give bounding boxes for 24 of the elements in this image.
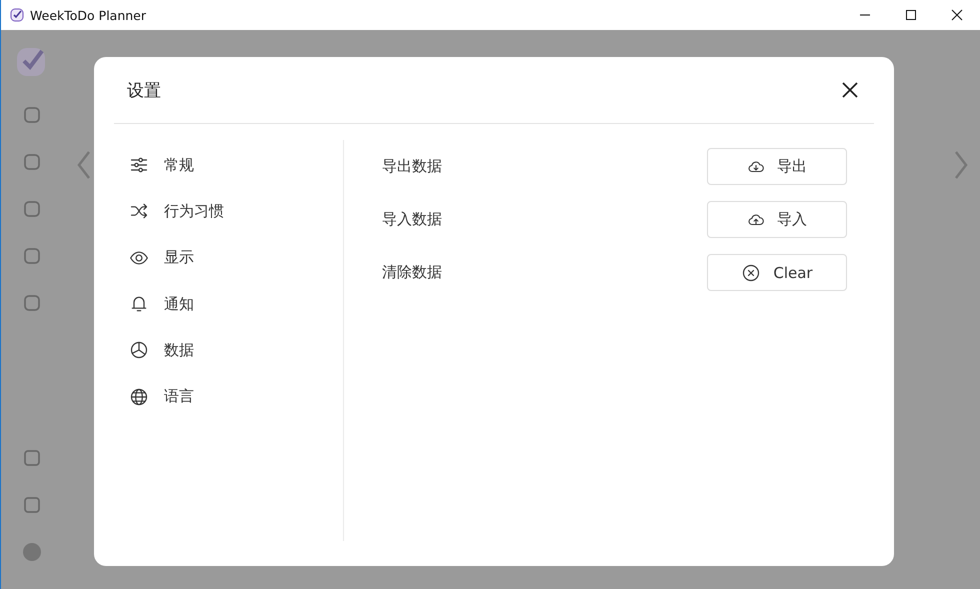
menu-item[interactable]: 常规 — [164, 156, 194, 175]
chevron-left-icon[interactable] — [76, 150, 92, 180]
menu-item[interactable]: 显示 — [164, 248, 194, 268]
close-circle-icon — [741, 262, 762, 282]
globe-icon — [129, 386, 149, 407]
setting-label: 导入数据 — [382, 210, 442, 229]
window-title: WeekToDo Planner — [30, 8, 147, 22]
setting-label: 导出数据 — [382, 157, 442, 176]
menu-item[interactable]: 语言 — [164, 387, 194, 406]
clear-button[interactable]: Clear — [707, 254, 847, 291]
menu-item[interactable]: 数据 — [164, 340, 194, 360]
menu-item[interactable]: 行为习惯 — [164, 202, 224, 221]
import-button[interactable]: 导入 — [707, 201, 847, 238]
close-icon[interactable] — [951, 9, 963, 21]
pie-chart-icon — [129, 340, 149, 360]
menu-item[interactable]: 通知 — [164, 294, 194, 314]
app-logo-icon — [10, 8, 24, 22]
dialog-title: 设置 — [127, 80, 161, 102]
export-button[interactable]: 导出 — [707, 148, 847, 185]
maximize-icon[interactable] — [905, 9, 917, 21]
setting-label: 清除数据 — [382, 263, 442, 282]
avatar-icon[interactable] — [22, 542, 42, 562]
chevron-right-icon[interactable] — [953, 150, 969, 180]
bell-icon — [129, 294, 149, 314]
